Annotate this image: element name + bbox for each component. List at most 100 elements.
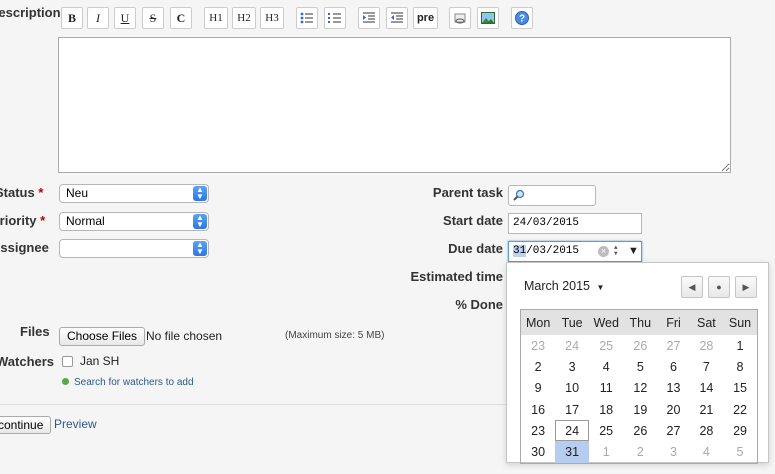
description-textarea[interactable] xyxy=(58,37,731,173)
calendar-day[interactable]: 30 xyxy=(521,441,556,463)
calendar-day[interactable]: 22 xyxy=(723,399,757,420)
weekday-header: Sat xyxy=(689,309,724,335)
calendar-day[interactable]: 14 xyxy=(690,378,723,399)
heading2-button[interactable]: H2 xyxy=(232,7,256,29)
calendar-day[interactable]: 5 xyxy=(723,441,757,463)
ordered-list-button[interactable] xyxy=(324,7,346,29)
calendar-day[interactable]: 26 xyxy=(623,335,657,356)
calendar-day[interactable]: 17 xyxy=(555,399,589,420)
parent-task-label: Parent task xyxy=(432,185,503,200)
calendar-day[interactable]: 1 xyxy=(723,335,757,356)
choose-files-button[interactable]: Choose Files xyxy=(59,327,146,346)
status-select[interactable]: Neu ▲ ▼ xyxy=(59,184,209,203)
calendar-day[interactable]: 2 xyxy=(521,356,556,377)
calendar-day[interactable]: 3 xyxy=(555,356,589,377)
calendar-day[interactable]: 4 xyxy=(690,441,723,463)
calendar-day[interactable]: 20 xyxy=(657,399,690,420)
next-month-button[interactable]: ▶ xyxy=(735,276,757,298)
image-icon xyxy=(481,12,495,24)
calendar-day[interactable]: 31 xyxy=(555,441,589,464)
calendar-day[interactable]: 23 xyxy=(521,420,556,441)
calendar-day[interactable]: 24 xyxy=(555,335,589,356)
chevron-down-icon: ▼ xyxy=(596,283,605,292)
heading3-button[interactable]: H3 xyxy=(260,7,284,29)
calendar-day[interactable]: 2 xyxy=(623,441,657,463)
files-label: Files xyxy=(20,324,50,339)
calendar-day[interactable]: 23 xyxy=(521,335,556,356)
underline-button[interactable]: U xyxy=(114,7,136,29)
calendar-day[interactable]: 28 xyxy=(690,335,723,356)
calendar-day[interactable]: 7 xyxy=(690,356,723,377)
parent-task-input[interactable] xyxy=(508,185,596,206)
link-button[interactable] xyxy=(449,7,471,29)
weekday-header: Tue xyxy=(555,309,589,335)
calendar-day[interactable]: 3 xyxy=(657,441,690,463)
calendar-day[interactable]: 25 xyxy=(589,420,623,441)
calendar-day[interactable]: 11 xyxy=(589,378,623,399)
file-status: No file chosen xyxy=(146,329,223,343)
calendar-day[interactable]: 5 xyxy=(623,356,657,377)
indent-button[interactable] xyxy=(358,7,380,29)
weekday-header: Thu xyxy=(623,309,658,335)
calendar-day[interactable]: 26 xyxy=(623,420,657,441)
calendar-day[interactable]: 9 xyxy=(521,378,556,399)
month-selector[interactable]: March 2015 ▼ xyxy=(524,279,604,293)
calendar-week: 16 17 18 19 20 21 22 xyxy=(521,399,758,420)
calendar-day[interactable]: 25 xyxy=(589,335,623,356)
image-button[interactable] xyxy=(477,7,499,29)
code-button[interactable]: C xyxy=(170,7,192,29)
clear-date-icon[interactable]: × xyxy=(598,246,609,257)
calendar-day[interactable]: 13 xyxy=(657,378,690,399)
due-date-input[interactable]: 31/03/2015 × ▲ ▼ ▼ xyxy=(508,241,642,262)
calendar-day[interactable]: 18 xyxy=(589,399,623,420)
calendar-day[interactable]: 29 xyxy=(723,420,757,441)
estimated-time-label: Estimated time xyxy=(410,269,503,284)
help-button[interactable]: ? xyxy=(511,7,533,29)
help-icon: ? xyxy=(515,11,529,25)
calendar-day[interactable]: 15 xyxy=(723,378,757,399)
assignee-select[interactable]: ▲ ▼ xyxy=(59,239,209,258)
weekday-header: Wed xyxy=(588,309,624,335)
calendar-day[interactable]: 12 xyxy=(623,378,657,399)
bold-button[interactable]: B xyxy=(61,7,83,29)
preview-link[interactable]: Preview xyxy=(54,417,97,431)
search-icon xyxy=(513,189,525,201)
calendar-dropdown-icon[interactable]: ▼ xyxy=(628,242,639,261)
chevron-left-icon: ◀ xyxy=(688,282,696,292)
calendar-day[interactable]: 4 xyxy=(589,356,623,377)
start-date-input[interactable]: 24/03/2015 xyxy=(508,213,642,234)
strikethrough-button[interactable]: S xyxy=(142,7,164,29)
calendar-day[interactable]: 28 xyxy=(690,420,723,441)
calendar-grid: Mon Tue Wed Thu Fri Sat Sun 23 24 25 26 27 28 1 2 3 4 5 6… xyxy=(520,309,758,464)
priority-label: Priority * xyxy=(0,213,46,228)
calendar-day[interactable]: 21 xyxy=(690,399,723,420)
calendar-day[interactable]: 27 xyxy=(657,335,690,356)
calendar-week: 23 24 25 26 27 28 29 xyxy=(521,420,758,441)
form-divider xyxy=(0,404,506,405)
italic-button[interactable]: I xyxy=(87,7,109,29)
date-stepper-icon[interactable]: ▲ ▼ xyxy=(614,245,618,257)
unordered-list-button[interactable] xyxy=(296,7,318,29)
today-button[interactable]: ● xyxy=(708,276,730,298)
calendar-day[interactable]: 19 xyxy=(623,399,657,420)
calendar-day[interactable]: 16 xyxy=(521,399,556,420)
continue-button[interactable]: continue xyxy=(0,416,52,434)
prev-month-button[interactable]: ◀ xyxy=(681,276,703,298)
watcher-checkbox[interactable] xyxy=(62,356,73,367)
calendar-day[interactable]: 1 xyxy=(589,441,623,463)
calendar-week: 23 24 25 26 27 28 1 xyxy=(521,335,758,356)
heading1-button[interactable]: H1 xyxy=(204,7,228,29)
search-watchers-link[interactable]: Search for watchers to add xyxy=(74,377,194,388)
select-arrows-icon: ▲ ▼ xyxy=(193,214,207,229)
calendar-day[interactable]: 10 xyxy=(555,378,589,399)
preformatted-button[interactable]: pre xyxy=(413,7,438,29)
description-label: Description xyxy=(0,5,61,20)
calendar-day[interactable]: 6 xyxy=(657,356,690,377)
calendar-day[interactable]: 8 xyxy=(723,356,757,377)
outdent-button[interactable] xyxy=(386,7,408,29)
priority-select[interactable]: Normal ▲ ▼ xyxy=(59,212,209,231)
due-date-rest: /03/2015 xyxy=(526,245,580,257)
calendar-day[interactable]: 27 xyxy=(657,420,690,441)
calendar-day[interactable]: 24 xyxy=(555,420,589,441)
status-label: Status * xyxy=(0,185,44,200)
